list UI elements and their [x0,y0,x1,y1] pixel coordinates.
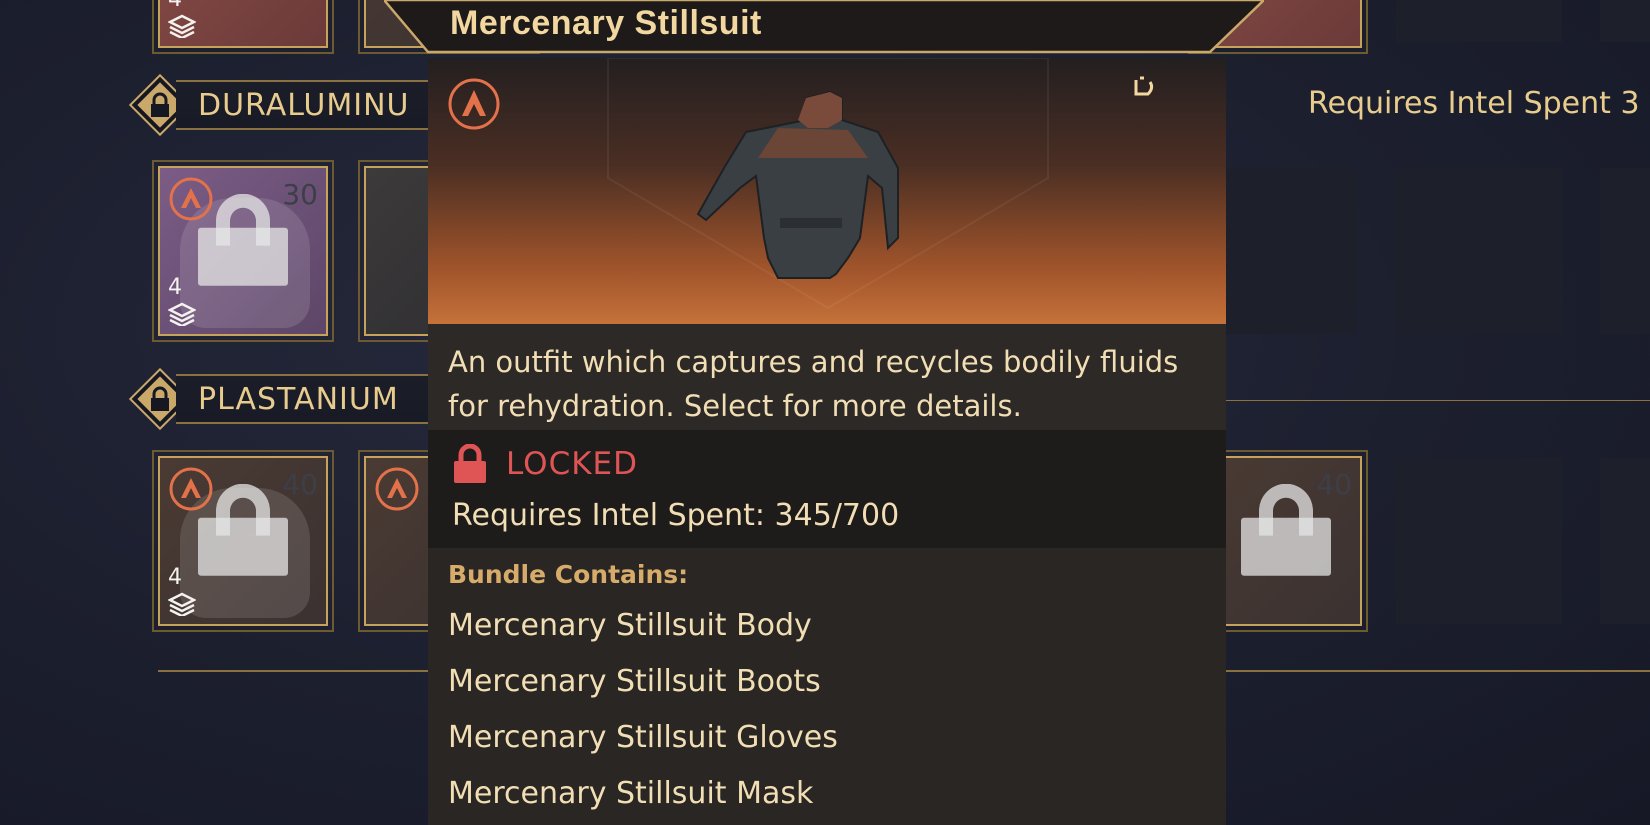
tier-name: DURALUMINU [176,80,456,130]
bundle-item: Mercenary Stillsuit Gloves [448,720,838,755]
locked-status: LOCKED [506,446,638,482]
intel-requirement: Requires Intel Spent: 345/700 [452,498,900,533]
faction-emblem-icon [169,467,213,511]
item-level: 30 [282,178,318,211]
item-description: An outfit which captures and recycles bo… [428,324,1226,430]
faction-emblem-icon [169,177,213,221]
item-slot-top-1[interactable]: 4 [152,0,334,54]
empty-slot[interactable] [1600,168,1650,334]
empty-slot[interactable] [1396,168,1562,334]
bundle-section: Bundle Contains: Mercenary Stillsuit Bod… [428,548,1226,825]
item-preview [428,58,1226,324]
lock-icon [151,92,169,117]
item-slot-duraluminum-1[interactable]: 30 4 [152,160,334,342]
item-level: 40 [282,468,318,501]
bundle-item: Mercenary Stillsuit Mask [448,776,814,811]
tier-name: PLASTANIUM [176,374,456,424]
lock-icon [198,227,288,286]
lock-icon [454,444,486,483]
empty-slot[interactable] [1396,458,1562,624]
item-slot-plastanium-1[interactable]: 40 4 [152,450,334,632]
item-title: Mercenary Stillsuit [450,4,762,42]
stack-count: 4 [168,0,182,12]
preview-art [448,58,1154,310]
tier-line [1226,80,1650,82]
empty-slot[interactable] [1600,458,1650,624]
locked-section: LOCKED Requires Intel Spent: 345/700 [428,430,1226,548]
lock-icon [1241,517,1332,576]
faction-emblem-icon [375,467,419,511]
lock-icon [198,517,288,576]
stack-icon [168,302,196,326]
tier-requirement: Requires Intel Spent 3 [1308,86,1640,121]
stack-count: 4 [168,565,182,590]
empty-slot[interactable] [1226,168,1356,334]
stack-icon [168,14,196,38]
bundle-title: Bundle Contains: [448,560,689,589]
customize-icon [1134,76,1154,96]
stillsuit-image [696,90,899,279]
bundle-item: Mercenary Stillsuit Body [448,608,812,643]
stack-icon [168,592,196,616]
item-level: 40 [1316,468,1352,501]
lock-icon [151,386,169,411]
tier-line [1226,400,1650,401]
bundle-item: Mercenary Stillsuit Boots [448,664,821,699]
empty-slot[interactable] [1396,0,1562,42]
empty-slot[interactable] [1600,0,1650,42]
stack-count: 4 [168,275,182,300]
